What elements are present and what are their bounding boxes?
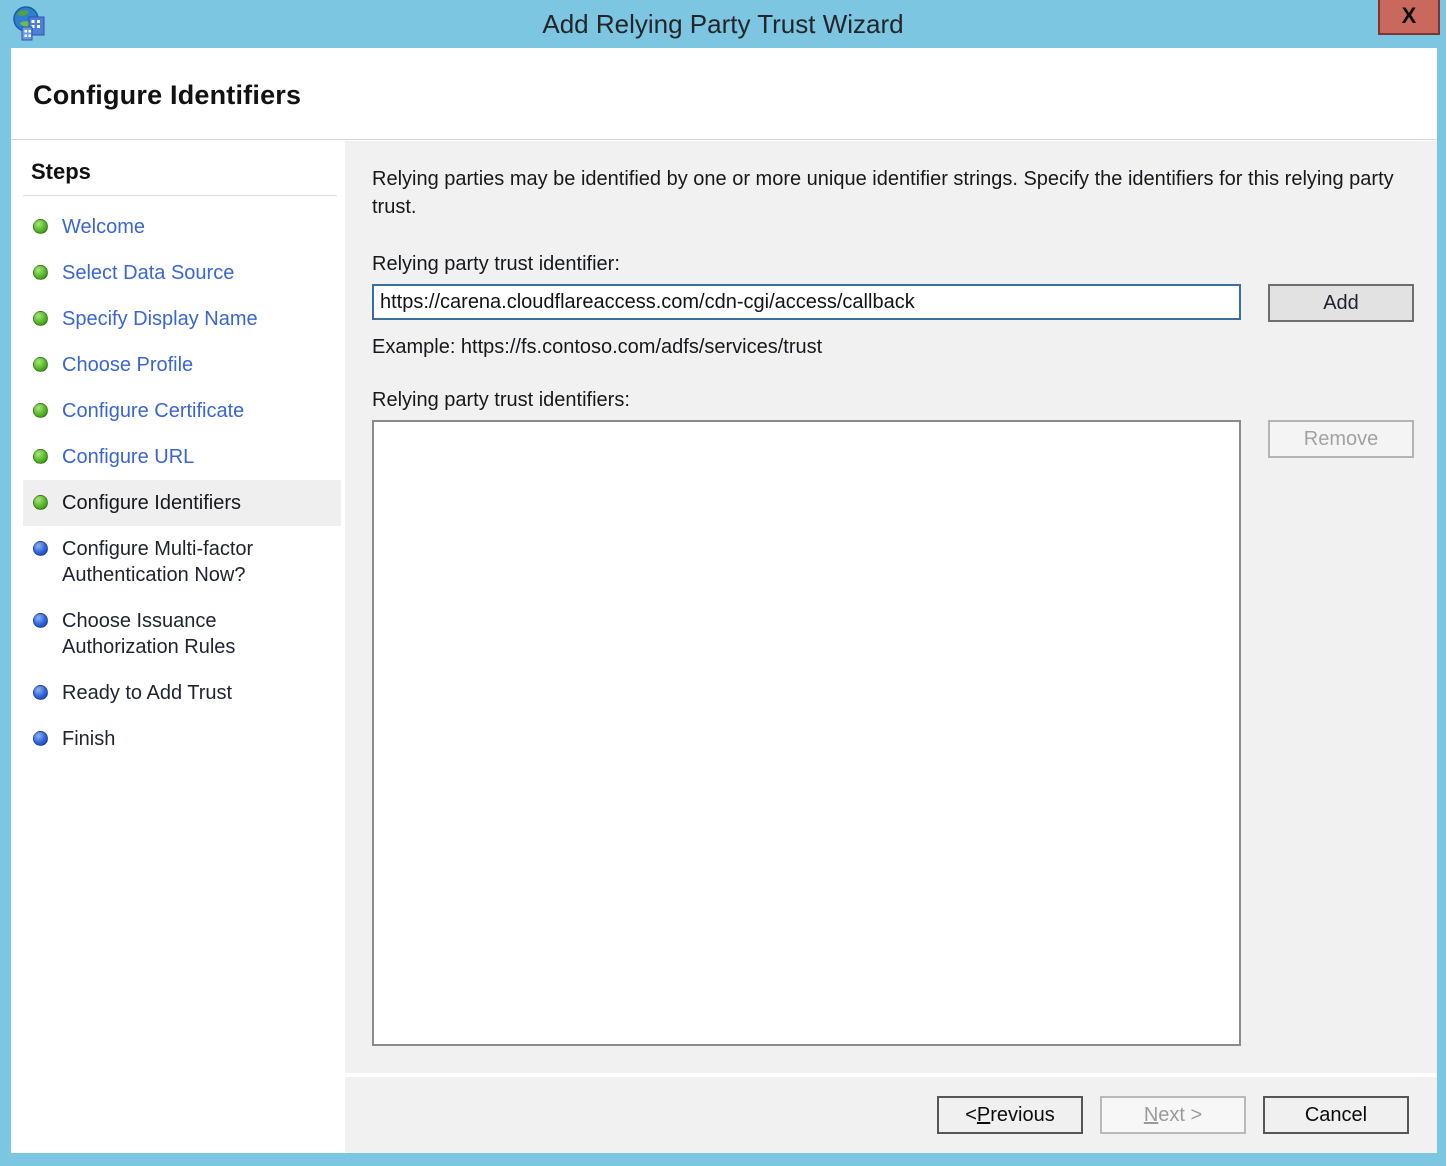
- steps-heading: Steps: [23, 153, 337, 196]
- completed-step-icon: [33, 219, 48, 234]
- step-select-data-source[interactable]: Select Data Source: [23, 250, 341, 296]
- page-header: Configure Identifiers: [11, 48, 1437, 140]
- step-finish: Finish: [23, 716, 341, 762]
- completed-step-icon: [33, 311, 48, 326]
- identifiers-list-label: Relying party trust identifiers:: [372, 389, 1437, 412]
- step-choose-issuance-rules: Choose Issuance Authorization Rules: [23, 598, 341, 670]
- completed-step-icon: [33, 449, 48, 464]
- next-button: Next >: [1100, 1096, 1246, 1134]
- title-bar: Add Relying Party Trust Wizard X: [0, 0, 1446, 48]
- step-configure-certificate[interactable]: Configure Certificate: [23, 388, 341, 434]
- main-content: Relying parties may be identified by one…: [345, 141, 1437, 1073]
- wizard-window: Add Relying Party Trust Wizard X Configu…: [0, 0, 1446, 1166]
- cancel-button[interactable]: Cancel: [1263, 1096, 1409, 1134]
- window-title: Add Relying Party Trust Wizard: [0, 0, 1446, 48]
- pending-step-icon: [33, 731, 48, 746]
- add-button[interactable]: Add: [1268, 284, 1414, 322]
- step-specify-display-name[interactable]: Specify Display Name: [23, 296, 341, 342]
- step-welcome[interactable]: Welcome: [23, 204, 341, 250]
- previous-button[interactable]: < Previous: [937, 1096, 1083, 1134]
- completed-step-icon: [33, 265, 48, 280]
- completed-step-icon: [33, 357, 48, 372]
- page-title: Configure Identifiers: [33, 80, 1437, 111]
- identifiers-listbox[interactable]: [372, 420, 1241, 1046]
- steps-list: Welcome Select Data Source Specify Displ…: [23, 204, 341, 762]
- page-description: Relying parties may be identified by one…: [372, 165, 1402, 221]
- dialog-frame: Configure Identifiers Steps Welcome Sele…: [11, 48, 1437, 1153]
- remove-button: Remove: [1268, 420, 1414, 458]
- relying-party-identifier-input[interactable]: [372, 284, 1241, 320]
- identifier-input-label: Relying party trust identifier:: [372, 253, 1437, 276]
- step-configure-identifiers[interactable]: Configure Identifiers: [23, 480, 341, 526]
- step-ready-to-add-trust: Ready to Add Trust: [23, 670, 341, 716]
- pending-step-icon: [33, 685, 48, 700]
- completed-step-icon: [33, 403, 48, 418]
- wizard-footer: < Previous Next > Cancel: [345, 1077, 1437, 1153]
- step-configure-mfa: Configure Multi-factor Authentication No…: [23, 526, 341, 598]
- completed-step-icon: [33, 495, 48, 510]
- example-text: Example: https://fs.contoso.com/adfs/ser…: [372, 336, 1437, 359]
- step-configure-url[interactable]: Configure URL: [23, 434, 341, 480]
- steps-sidebar: Steps Welcome Select Data Source Specify…: [11, 141, 341, 1153]
- close-button[interactable]: X: [1378, 0, 1440, 35]
- step-choose-profile[interactable]: Choose Profile: [23, 342, 341, 388]
- pending-step-icon: [33, 613, 48, 628]
- pending-step-icon: [33, 541, 48, 556]
